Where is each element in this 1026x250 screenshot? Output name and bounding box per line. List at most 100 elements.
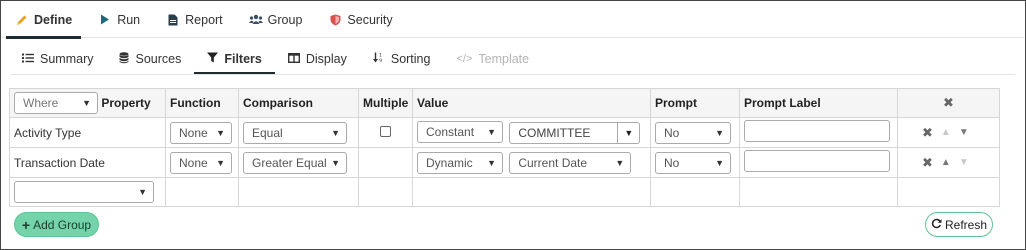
where-select[interactable]: Where ▼ (14, 92, 98, 114)
value-type-select[interactable]: Dynamic ▼ (417, 151, 503, 174)
new-property-select[interactable]: ▼ (14, 181, 154, 203)
svg-text:9: 9 (379, 58, 382, 63)
filters-panel: Define Run Report Group Security Summary… (0, 0, 1026, 250)
chevron-down-icon: ▼ (216, 157, 225, 168)
caret-down-icon[interactable]: ▼ (617, 122, 639, 143)
tab-template[interactable]: </> Template (443, 45, 542, 73)
prompt-label-input[interactable] (744, 120, 890, 142)
chevron-down-icon: ▼ (138, 187, 147, 197)
table-row: Transaction Date None ▼ Greater Equal ▼ (9, 147, 1000, 178)
comparison-select[interactable]: Equal ▼ (243, 121, 347, 144)
chevron-down-icon: ▼ (487, 127, 496, 138)
tab-run[interactable]: Run (85, 2, 153, 38)
row-actions-cell: ✖ ▲ ▼ (897, 147, 1000, 178)
prompt-select-value: No (664, 155, 680, 170)
value-cell: Dynamic ▼ Current Date ▼ (412, 147, 651, 178)
chevron-down-icon: ▼ (331, 127, 340, 138)
empty-cell (897, 177, 1000, 207)
function-select-value: None (179, 155, 208, 170)
code-icon: </> (456, 53, 473, 65)
remove-row-icon[interactable]: ✖ (922, 155, 933, 171)
table-row: Activity Type None ▼ Equal ▼ Constant ▼ … (9, 117, 1000, 148)
tab-report[interactable]: Report (153, 2, 236, 38)
new-filter-row: ▼ (9, 177, 1000, 207)
prompt-select[interactable]: No ▼ (655, 121, 731, 144)
empty-cell (412, 177, 651, 207)
tab-filters[interactable]: Filters (194, 45, 275, 75)
multiple-checkbox[interactable] (380, 125, 391, 137)
where-select-value: Where (23, 96, 59, 110)
multiple-header: Multiple (358, 88, 413, 118)
value-type-select[interactable]: Constant ▼ (417, 121, 503, 144)
value-type-select-value: Dynamic (426, 155, 473, 170)
list-icon (22, 52, 34, 66)
header-row: Where ▼ Property Function Comparison Mul… (9, 88, 1000, 118)
prompt-label-cell (739, 147, 898, 178)
chevron-down-icon: ▼ (331, 157, 340, 168)
chevron-down-icon: ▼ (715, 157, 724, 168)
comparison-select-value: Equal (252, 125, 283, 140)
tab-sources[interactable]: Sources (106, 45, 194, 73)
move-up-icon[interactable]: ▲ (941, 157, 951, 168)
shield-icon (328, 14, 342, 26)
add-group-label: Add Group (33, 217, 92, 232)
value-cell: Constant ▼ COMMITTEE ▼ (412, 117, 651, 148)
tab-report-label: Report (185, 12, 223, 27)
comparison-select[interactable]: Greater Equal ▼ (243, 151, 347, 174)
function-select-value: None (179, 125, 208, 140)
value-type-select-value: Constant (426, 125, 475, 140)
where-property-header: Where ▼ Property (9, 88, 166, 118)
refresh-label: Refresh (944, 217, 988, 232)
value-combo[interactable]: COMMITTEE ▼ (509, 121, 641, 144)
comparison-cell: Equal ▼ (238, 117, 359, 148)
prompt-cell: No ▼ (650, 147, 740, 178)
filter-table: Where ▼ Property Function Comparison Mul… (9, 88, 1000, 207)
tab-sorting[interactable]: 19 Sorting (360, 45, 444, 73)
property-header: Property (101, 96, 151, 110)
filter-icon (207, 52, 219, 66)
new-property-cell: ▼ (9, 177, 166, 207)
tab-group[interactable]: Group (236, 2, 316, 38)
function-cell: None ▼ (165, 117, 239, 148)
tab-run-label: Run (117, 12, 141, 27)
property-cell: Transaction Date (9, 147, 166, 178)
prompt-label-input[interactable] (744, 150, 890, 172)
comparison-cell: Greater Equal ▼ (238, 147, 359, 178)
remove-row-icon[interactable]: ✖ (922, 125, 933, 141)
tab-security-label: Security (347, 12, 393, 27)
dynamic-value-select[interactable]: Current Date ▼ (509, 151, 632, 174)
tab-sorting-label: Sorting (390, 52, 431, 66)
tab-summary[interactable]: Summary (9, 45, 106, 73)
tab-define[interactable]: Define (2, 2, 85, 39)
chevron-down-icon: ▼ (216, 127, 225, 138)
move-down-icon[interactable]: ▼ (959, 127, 969, 138)
filter-table-wrap: Where ▼ Property Function Comparison Mul… (9, 88, 1000, 207)
window-icon (287, 52, 300, 66)
function-cell: None ▼ (165, 147, 239, 178)
empty-cell (358, 177, 413, 207)
empty-cell (650, 177, 740, 207)
prompt-label-cell (739, 117, 898, 148)
move-up-icon[interactable]: ▲ (941, 127, 951, 138)
prompt-select[interactable]: No ▼ (655, 151, 731, 174)
prompt-cell: No ▼ (650, 117, 740, 148)
empty-cell (739, 177, 898, 207)
function-select[interactable]: None ▼ (170, 121, 232, 144)
move-down-icon[interactable]: ▼ (959, 157, 969, 168)
tab-filters-label: Filters (224, 52, 262, 66)
remove-all-icon[interactable]: ✖ (943, 95, 954, 110)
row-actions-cell: ✖ ▲ ▼ (897, 117, 1000, 148)
tab-group-label: Group (267, 12, 303, 27)
empty-cell (165, 177, 239, 207)
add-group-button[interactable]: + Add Group (14, 212, 99, 237)
actions-header: ✖ (897, 88, 1000, 118)
comparison-header: Comparison (238, 88, 359, 118)
sub-tab-bar: Summary Sources Filters Display 19 Sorti… (2, 45, 1024, 75)
plus-icon: + (21, 216, 31, 233)
tab-display[interactable]: Display (275, 45, 360, 73)
function-select[interactable]: None ▼ (170, 151, 232, 174)
tab-template-label: Template (478, 52, 530, 66)
tab-security[interactable]: Security (315, 2, 405, 38)
refresh-button[interactable]: Refresh (925, 212, 993, 237)
sort-icon: 19 (372, 52, 385, 66)
